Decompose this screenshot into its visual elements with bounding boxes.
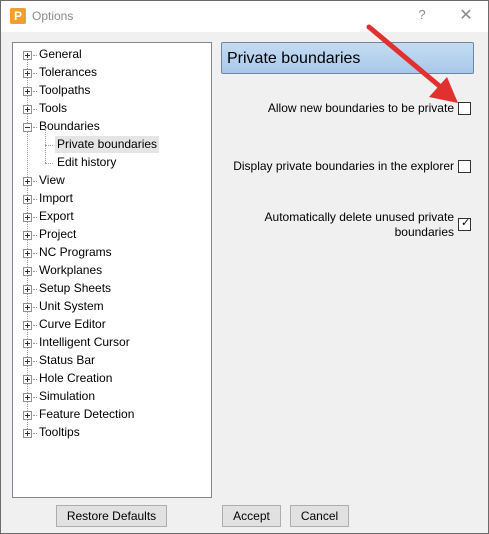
tree-item-label: Workplanes: [39, 263, 103, 277]
option-label-line: Automatically delete unused private: [264, 210, 454, 224]
option-label-line: boundaries: [394, 225, 454, 239]
tree-item[interactable]: Import: [13, 190, 209, 207]
tree-item[interactable]: Export: [13, 208, 209, 225]
tree-connector: [45, 146, 46, 163]
tree-item[interactable]: Curve Editor: [13, 316, 209, 333]
expand-icon[interactable]: [23, 339, 32, 348]
expand-icon[interactable]: [23, 411, 32, 420]
tree-connector: [45, 163, 53, 164]
tree-child-item[interactable]: Edit history: [13, 146, 209, 171]
cancel-button[interactable]: Cancel: [290, 505, 349, 527]
collapse-icon[interactable]: [23, 123, 32, 132]
expand-icon[interactable]: [23, 375, 32, 384]
tree-item-label: Import: [39, 191, 74, 205]
tree-item[interactable]: Toolpaths: [13, 82, 209, 99]
expand-icon[interactable]: [23, 357, 32, 366]
tree-item-label: Private boundaries: [55, 136, 160, 153]
accept-button[interactable]: Accept: [222, 505, 281, 527]
expand-icon[interactable]: [23, 393, 32, 402]
options-tree[interactable]: General Tolerances Toolpaths Tools Boundarie…: [12, 42, 212, 498]
options-dialog: P Options ? ✕ General Tolerances Toolpaths…: [0, 0, 489, 534]
tree-item[interactable]: Boundaries: [13, 118, 209, 135]
tree-item[interactable]: Tolerances: [13, 64, 209, 81]
expand-icon[interactable]: [23, 321, 32, 330]
tree-item[interactable]: Setup Sheets: [13, 280, 209, 297]
tree-item-label: Export: [39, 209, 74, 223]
tree-item[interactable]: Project: [13, 226, 209, 243]
annotation-arrow: [366, 24, 458, 103]
expand-icon[interactable]: [23, 429, 32, 438]
tree-item[interactable]: Tooltips: [13, 424, 209, 441]
page-title: Private boundaries: [227, 50, 361, 67]
tree-item[interactable]: General: [13, 46, 209, 63]
tree-item-label: Toolpaths: [39, 83, 91, 97]
expand-icon[interactable]: [23, 177, 32, 186]
tree-item[interactable]: Unit System: [13, 298, 209, 315]
option-label: Display private boundaries in the explor…: [233, 159, 454, 174]
tree-item-label: Feature Detection: [39, 407, 135, 421]
tree-item[interactable]: NC Programs: [13, 244, 209, 261]
tree-item-label: Tools: [39, 101, 68, 115]
expand-icon[interactable]: [23, 303, 32, 312]
tree-connector: [45, 128, 46, 145]
tree-connector: [45, 145, 53, 146]
tree-item[interactable]: View: [13, 172, 209, 189]
tree-item[interactable]: Simulation: [13, 388, 209, 405]
tree-item[interactable]: Feature Detection: [13, 406, 209, 423]
expand-icon[interactable]: [23, 87, 32, 96]
option-label-line: Display private boundaries in the explor…: [233, 159, 454, 173]
tree-item-label: NC Programs: [39, 245, 112, 259]
tree-item[interactable]: Intelligent Cursor: [13, 334, 209, 351]
tree-item-label: Project: [39, 227, 77, 241]
tree-item-label: Tooltips: [39, 425, 80, 439]
expand-icon[interactable]: [23, 51, 32, 60]
expand-icon[interactable]: [23, 267, 32, 276]
expand-icon[interactable]: [23, 249, 32, 258]
expand-icon[interactable]: [23, 69, 32, 78]
tree-item[interactable]: Workplanes: [13, 262, 209, 279]
tree-item-label: General: [39, 47, 82, 61]
tree-item-label: Simulation: [39, 389, 96, 403]
tree-item[interactable]: Status Bar: [13, 352, 209, 369]
option-checkbox[interactable]: [458, 160, 471, 173]
expand-icon[interactable]: [23, 195, 32, 204]
tree-item-label: Unit System: [39, 299, 104, 313]
checkmark-icon: ✓: [461, 217, 471, 229]
restore-defaults-button[interactable]: Restore Defaults: [56, 505, 167, 527]
tree-item-label: Intelligent Cursor: [39, 335, 130, 349]
tree-item-label: Tolerances: [39, 65, 98, 79]
tree-item-label: Setup Sheets: [39, 281, 112, 295]
window-title: Options: [32, 9, 74, 23]
tree-item-label: Boundaries: [39, 119, 100, 133]
expand-icon[interactable]: [23, 285, 32, 294]
option-label: Automatically delete unused private bound…: [265, 210, 454, 240]
expand-icon[interactable]: [23, 231, 32, 240]
expand-icon[interactable]: [23, 105, 32, 114]
expand-icon[interactable]: [23, 213, 32, 222]
tree-item-label: Status Bar: [39, 353, 96, 367]
option-checkbox[interactable]: ✓: [458, 217, 471, 231]
tree-item[interactable]: Hole Creation: [13, 370, 209, 387]
app-icon: P: [10, 8, 26, 24]
tree-item-label: View: [39, 173, 65, 187]
tree-child-item[interactable]: Private boundaries: [13, 128, 209, 153]
tree-item-label: Curve Editor: [39, 317, 106, 331]
tree-item-label: Edit history: [57, 155, 117, 169]
tree-item-label: Hole Creation: [39, 371, 113, 385]
tree-item[interactable]: Tools: [13, 100, 209, 117]
